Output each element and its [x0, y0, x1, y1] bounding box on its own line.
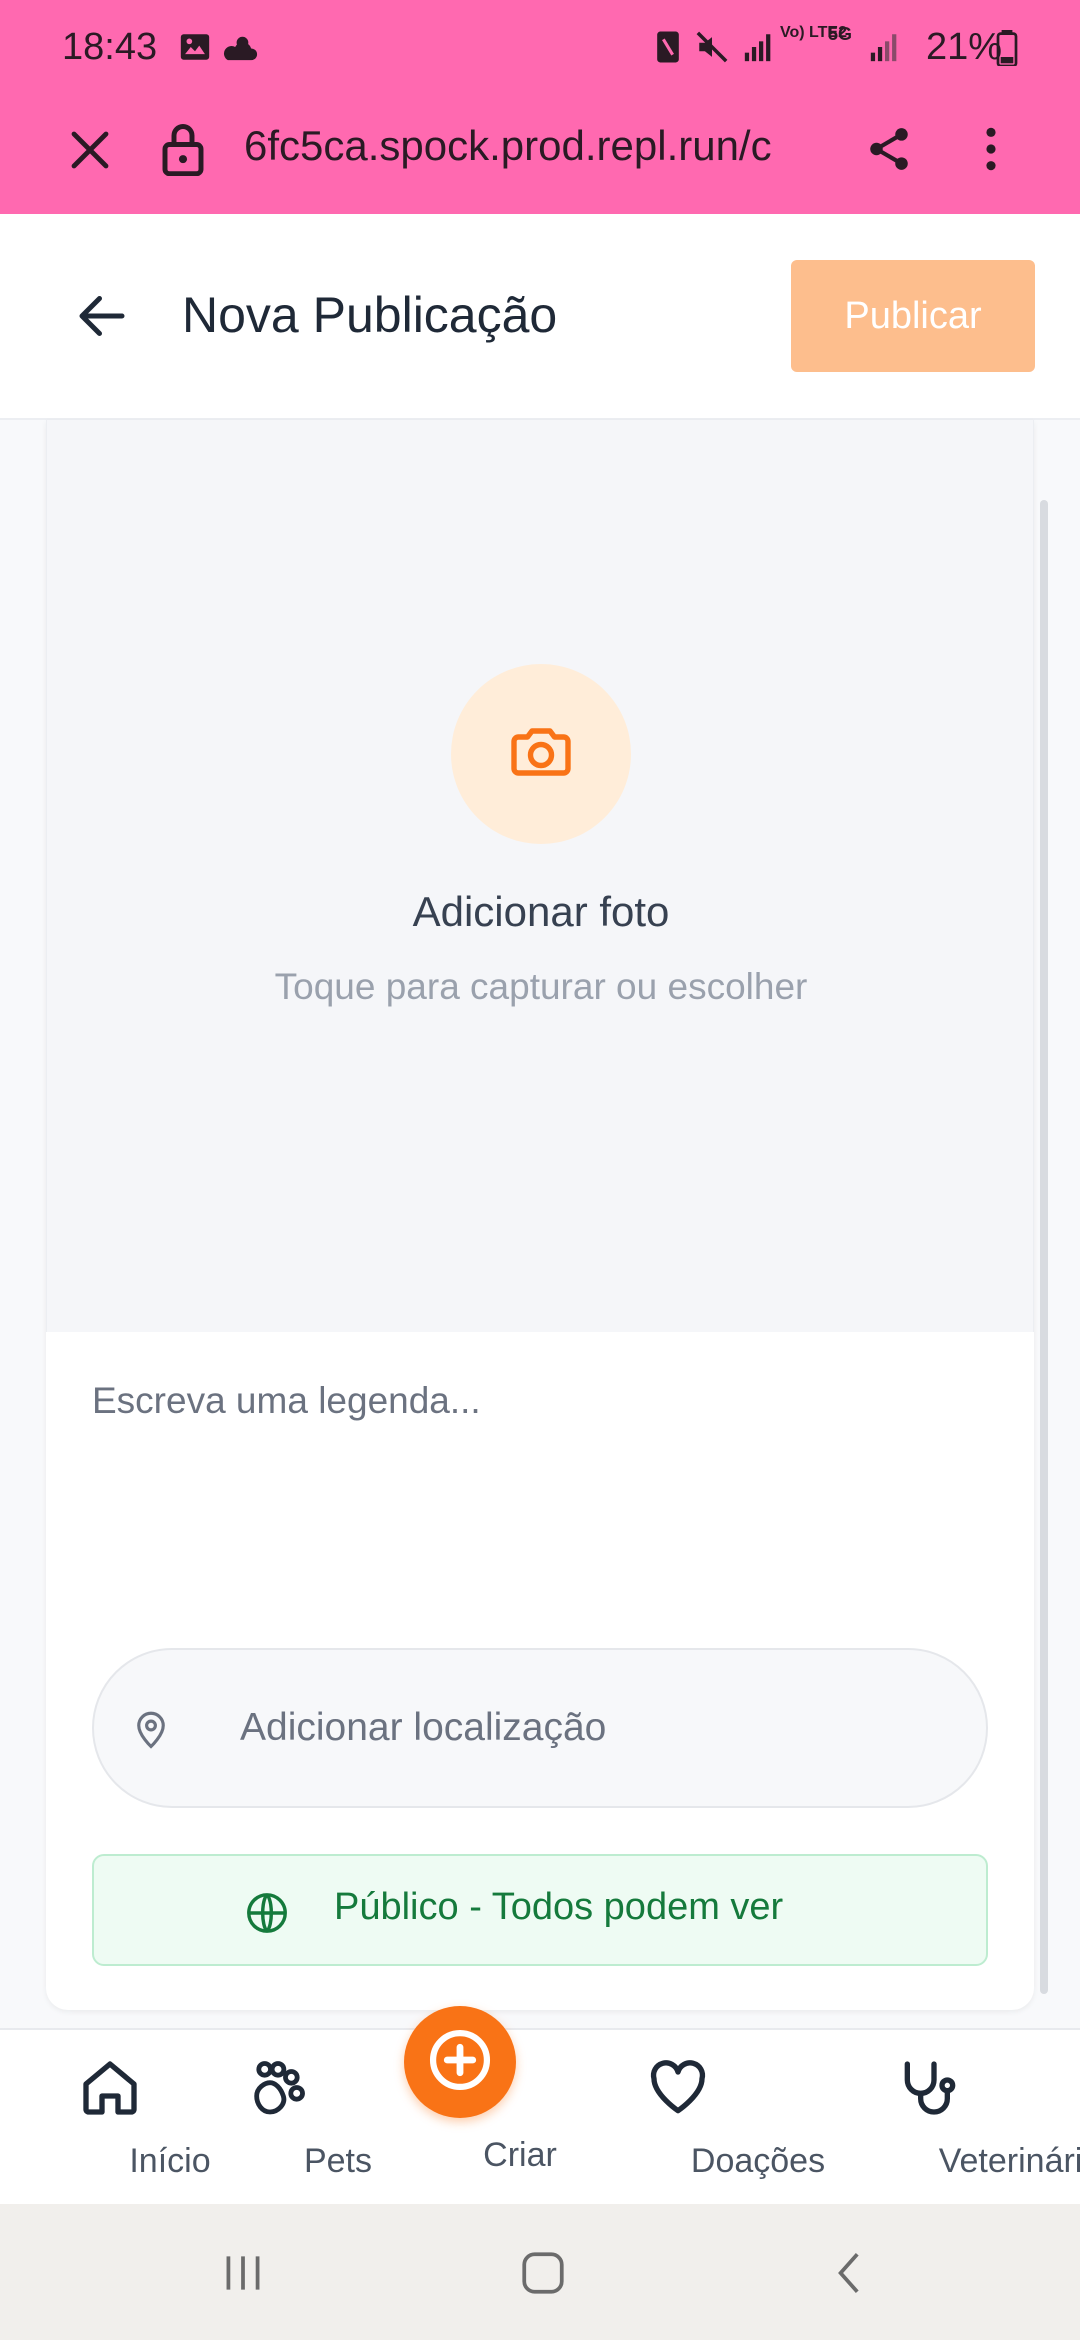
url-text[interactable]: 6fc5ca.spock.prod.repl.run/c [244, 122, 820, 170]
signal-icon [742, 30, 776, 69]
add-photo-area[interactable]: Adicionar foto Toque para capturar ou es… [46, 420, 1034, 1332]
home-icon [78, 2056, 142, 2125]
nfc-icon [654, 30, 682, 69]
close-icon[interactable] [66, 126, 114, 179]
app-header: Nova Publicação Publicar [0, 214, 1080, 420]
nav-item-doacoes[interactable]: Doações [598, 2030, 825, 2206]
map-pin-icon [130, 1706, 172, 1757]
nav-label-inicio: Início [129, 2142, 211, 2180]
recent-apps-icon[interactable] [218, 2248, 268, 2303]
more-options-icon[interactable] [966, 124, 1016, 179]
publish-button[interactable]: Publicar [791, 260, 1035, 372]
plus-circle-icon [426, 2026, 494, 2099]
nav-item-pets[interactable]: Pets [218, 2030, 372, 2206]
visibility-label: Público - Todos podem ver [334, 1886, 784, 1928]
nav-label-criar: Criar [483, 2136, 557, 2174]
stethoscope-icon [894, 2056, 958, 2125]
nav-item-veterinario[interactable]: Veterinário [830, 2030, 1080, 2206]
scrollbar[interactable] [1040, 500, 1048, 1994]
back-nav-icon[interactable] [826, 2248, 876, 2303]
location-placeholder: Adicionar localização [240, 1706, 607, 1749]
home-button-icon[interactable] [518, 2248, 568, 2303]
url-bar: 6fc5ca.spock.prod.repl.run/c [0, 112, 1080, 188]
weather-icon [222, 30, 260, 69]
add-photo-title: Adicionar foto [412, 888, 670, 935]
add-photo-subtitle: Toque para capturar ou escolher [274, 966, 808, 1007]
camera-button[interactable] [451, 664, 631, 844]
paw-icon [246, 2056, 310, 2125]
nav-label-doacoes: Doações [690, 2142, 826, 2180]
lock-icon[interactable] [160, 122, 206, 181]
mute-icon [694, 30, 730, 69]
battery-percent: 21% [925, 26, 1002, 68]
status-time: 18:43 [62, 26, 158, 68]
network-type: 5G [828, 24, 853, 44]
browser-chrome: 18:43 Vo) LTE2 5G 21% 6fc5ca.spock.prod.… [0, 0, 1080, 214]
signal-weak-icon [868, 30, 902, 69]
create-post-button[interactable] [404, 2006, 516, 2118]
system-nav-bar [0, 2204, 1080, 2340]
globe-icon [244, 1890, 290, 1941]
camera-icon [505, 716, 577, 793]
share-icon[interactable] [864, 124, 914, 179]
page-title: Nova Publicação [182, 287, 558, 343]
visibility-selector[interactable]: Público - Todos podem ver [92, 1854, 988, 1966]
caption-input[interactable]: Escreva uma legenda... [92, 1380, 992, 1422]
nav-label-veterinario: Veterinário [938, 2142, 1080, 2180]
bottom-nav: Início Pets Criar Doações Veterinário [0, 2028, 1080, 2204]
location-input[interactable]: Adicionar localização [92, 1648, 988, 1808]
back-arrow-icon[interactable] [72, 286, 132, 346]
heart-icon [646, 2056, 710, 2125]
nav-item-inicio[interactable]: Início [50, 2030, 211, 2206]
battery-icon [996, 30, 1018, 71]
gallery-icon [178, 30, 212, 69]
post-form-card: Adicionar foto Toque para capturar ou es… [46, 420, 1034, 2010]
status-bar: 18:43 Vo) LTE2 5G 21% [0, 18, 1080, 74]
nav-label-pets: Pets [303, 2142, 373, 2180]
